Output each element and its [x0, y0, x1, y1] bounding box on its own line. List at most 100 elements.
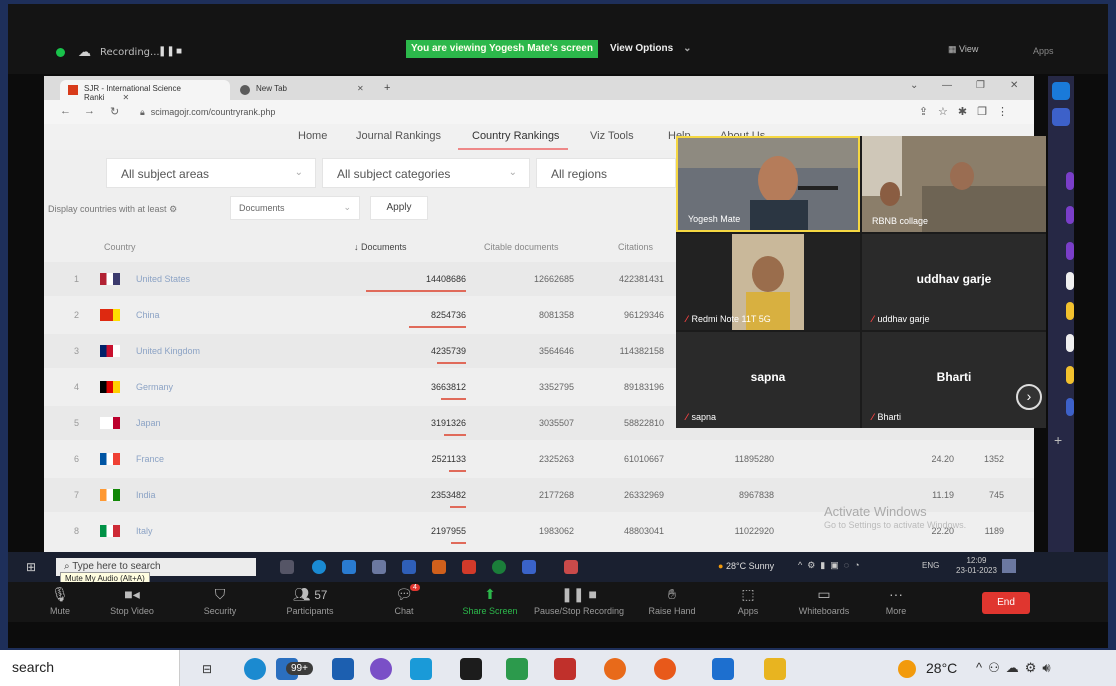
- participant-tile-rbne[interactable]: RBNB collage: [862, 136, 1046, 232]
- app-icon[interactable]: [564, 560, 578, 574]
- shared-clock[interactable]: 12:09 23-01-2023: [956, 556, 997, 576]
- app-icon[interactable]: [1066, 334, 1074, 352]
- app-icon[interactable]: [1066, 272, 1074, 290]
- shared-weather[interactable]: ● 28°C Sunny: [718, 561, 774, 571]
- header-country[interactable]: Country: [104, 242, 136, 252]
- app-icon[interactable]: [1066, 242, 1074, 260]
- nav-viz-tools[interactable]: Viz Tools: [590, 130, 634, 142]
- app-icon[interactable]: [554, 658, 576, 680]
- pause-recording-button[interactable]: ❚❚: [158, 46, 175, 57]
- nav-journal-rankings[interactable]: Journal Rankings: [356, 130, 441, 142]
- file-explorer-icon[interactable]: [764, 658, 786, 680]
- header-documents[interactable]: ↓ Documents: [354, 242, 407, 252]
- security-button[interactable]: ⛉ Security: [180, 586, 260, 616]
- shared-lang[interactable]: ENG: [922, 561, 939, 570]
- apps-button[interactable]: ⬚ Apps: [708, 586, 788, 616]
- notification-icon[interactable]: [1002, 559, 1016, 573]
- header-citations[interactable]: Citations: [618, 242, 653, 252]
- app-icon[interactable]: [462, 560, 476, 574]
- country-link[interactable]: China: [136, 310, 160, 320]
- app-icon[interactable]: [432, 560, 446, 574]
- minimize-icon[interactable]: —: [942, 80, 952, 91]
- view-options-button[interactable]: View Options ⌄: [610, 43, 692, 54]
- taskbar-temperature[interactable]: 28°C: [926, 660, 957, 676]
- view-button[interactable]: ▦ View: [948, 44, 978, 55]
- raise-hand-button[interactable]: ✋︎ Raise Hand: [632, 586, 712, 616]
- country-link[interactable]: India: [136, 490, 156, 500]
- end-meeting-button[interactable]: End: [982, 592, 1030, 614]
- nav-country-rankings[interactable]: Country Rankings: [472, 130, 559, 142]
- url-field[interactable]: 🔒︎ scimagojr.com/countryrank.php: [140, 107, 275, 118]
- plus-icon[interactable]: +: [1054, 432, 1062, 448]
- app-icon[interactable]: [506, 658, 528, 680]
- app-icon[interactable]: [370, 658, 392, 680]
- zoom-app-icon[interactable]: [522, 560, 536, 574]
- next-page-button[interactable]: ›: [1016, 384, 1042, 410]
- subject-areas-select[interactable]: All subject areas ⌄: [106, 158, 316, 188]
- participants-button[interactable]: 👥︎ 57 Participants: [270, 586, 350, 616]
- header-citable[interactable]: Citable documents: [484, 242, 559, 252]
- country-link[interactable]: United Kingdom: [136, 346, 200, 356]
- participant-tile-yogesh[interactable]: Yogesh Mate: [676, 136, 860, 232]
- stop-recording-button[interactable]: ■: [176, 46, 182, 57]
- toolbar-icons[interactable]: ⇪☆✱❐⋮: [919, 105, 1018, 118]
- whiteboards-button[interactable]: ▭ Whiteboards: [784, 586, 864, 616]
- chrome-icon[interactable]: [492, 560, 506, 574]
- task-view-icon[interactable]: ⊟: [196, 658, 218, 680]
- close-icon[interactable]: ✕: [1010, 80, 1018, 91]
- forward-icon[interactable]: →: [84, 105, 95, 117]
- edge-icon[interactable]: [312, 560, 326, 574]
- country-link[interactable]: United States: [136, 274, 190, 284]
- firefox-icon[interactable]: [604, 658, 626, 680]
- country-link[interactable]: Italy: [136, 526, 153, 536]
- app-icon[interactable]: [1066, 366, 1074, 384]
- country-link[interactable]: Japan: [136, 418, 161, 428]
- threshold-type-select[interactable]: Documents ⌄: [230, 196, 360, 220]
- tab-new[interactable]: New Tab ✕: [232, 80, 372, 100]
- chat-button[interactable]: 💬︎ 4 Chat: [364, 584, 444, 616]
- country-link[interactable]: France: [136, 454, 164, 464]
- photos-icon[interactable]: [712, 658, 734, 680]
- app-icon[interactable]: [1066, 302, 1074, 320]
- new-tab-icon[interactable]: +: [384, 82, 390, 94]
- sun-icon[interactable]: [898, 660, 916, 678]
- participant-tile-redmi[interactable]: ⁄ Redmi Note 11T 5G: [676, 234, 860, 330]
- firefox-icon[interactable]: [654, 658, 676, 680]
- share-screen-button[interactable]: ⬆ Share Screen: [450, 586, 530, 616]
- participant-tile-bharti[interactable]: Bharti ⁄ Bharti: [862, 332, 1046, 428]
- mute-button[interactable]: 🎙︎ Mute: [20, 586, 100, 616]
- apply-button[interactable]: Apply: [370, 196, 428, 220]
- nav-home[interactable]: Home: [298, 130, 327, 142]
- chevron-down-icon[interactable]: ⌄: [910, 80, 918, 91]
- edge-icon[interactable]: [244, 658, 266, 680]
- apps-top-button[interactable]: Apps: [1033, 46, 1054, 56]
- app-icon[interactable]: [1052, 82, 1070, 100]
- app-icon[interactable]: [460, 658, 482, 680]
- restore-icon[interactable]: ❐: [976, 80, 985, 91]
- country-link[interactable]: Germany: [136, 382, 173, 392]
- app-icon[interactable]: [1066, 206, 1074, 224]
- mail-icon[interactable]: [402, 560, 416, 574]
- more-button[interactable]: ··· More: [856, 586, 936, 616]
- back-icon[interactable]: ←: [60, 105, 71, 117]
- tray-icons[interactable]: ^⚙▮▣◌◔: [798, 560, 865, 571]
- tab-sjr[interactable]: SJR - International Science Ranki ✕: [60, 80, 230, 102]
- stop-video-button[interactable]: ■◂ Stop Video: [92, 586, 172, 616]
- reload-icon[interactable]: ↻: [110, 105, 119, 118]
- task-view-icon[interactable]: [280, 560, 294, 574]
- app-icon[interactable]: [372, 560, 386, 574]
- participant-tile-uddhav[interactable]: uddhav garje ⁄ uddhav garje: [862, 234, 1046, 330]
- app-icon[interactable]: [1066, 172, 1074, 190]
- participant-tile-sapna[interactable]: sapna ⁄ sapna: [676, 332, 860, 428]
- windows-start-icon[interactable]: ⊞: [26, 560, 36, 574]
- taskbar-search-box[interactable]: search: [0, 650, 180, 686]
- store-icon[interactable]: [342, 560, 356, 574]
- regions-select[interactable]: All regions: [536, 158, 676, 188]
- pause-stop-recording-button[interactable]: ❚❚ ■ Pause/Stop Recording: [520, 586, 638, 616]
- close-icon[interactable]: ✕: [357, 84, 364, 93]
- subject-categories-select[interactable]: All subject categories ⌄: [322, 158, 530, 188]
- system-tray-icons[interactable]: ^⚇☁⚙🔊︎: [976, 660, 1057, 676]
- store-icon[interactable]: [332, 658, 354, 680]
- app-icon[interactable]: [1052, 108, 1070, 126]
- app-icon[interactable]: [1066, 398, 1074, 416]
